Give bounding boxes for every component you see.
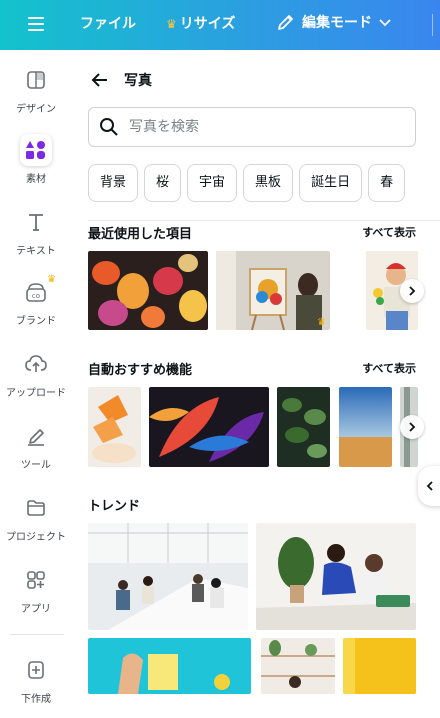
chip-space[interactable]: 宇宙 <box>187 164 238 202</box>
draw-icon <box>20 420 52 452</box>
elements-icon <box>20 134 52 166</box>
file-menu-button[interactable]: ファイル <box>80 13 136 33</box>
pencil-icon <box>278 15 293 30</box>
edit-mode-button[interactable]: 編集モード <box>276 12 392 32</box>
sidebar-item-label: アップロード <box>6 388 66 399</box>
apps-icon <box>20 564 52 596</box>
trend-photo-cyan-notes[interactable] <box>88 638 251 694</box>
chip-blackboard[interactable]: 黒板 <box>243 164 294 202</box>
search-input[interactable] <box>129 119 399 135</box>
sidebar-item-draw[interactable]: ツール <box>0 420 72 484</box>
svg-text:co: co <box>32 292 40 300</box>
sidebar-item-label: ブランド <box>16 316 56 327</box>
auto-photo-leaves[interactable] <box>149 387 269 467</box>
sidebar-item-label: デザイン <box>16 104 56 115</box>
recent-photo-painting[interactable]: ♛ <box>216 251 330 330</box>
sidebar-item-create[interactable]: 下作成 <box>0 654 72 718</box>
auto-see-all-link[interactable]: すべて表示 <box>362 360 416 376</box>
crown-icon: ♛ <box>317 317 326 328</box>
auto-scroll-right-button[interactable] <box>400 415 424 439</box>
trend-photo-office[interactable] <box>88 523 248 630</box>
auto-photo-plant[interactable] <box>277 387 330 467</box>
chip-spring[interactable]: 春 <box>368 164 406 202</box>
layout-icon <box>20 64 52 96</box>
text-icon <box>20 206 52 238</box>
trend-section-title: トレンド <box>88 499 141 514</box>
sidebar-item-projects[interactable]: プロジェクト <box>0 492 72 556</box>
sidebar-item-label: プロジェクト <box>6 532 66 543</box>
sidebar-item-elements[interactable]: 素材 <box>0 134 72 198</box>
sidebar-item-label: 下作成 <box>21 694 51 705</box>
sidebar-item-label: 素材 <box>26 174 46 185</box>
recent-section-title: 最近使用した項目 <box>88 227 193 242</box>
photos-panel: 写真 背景桜宇宙黒板誕生日春 最近使用した項目 すべて表示 ♛ <box>72 50 440 694</box>
crown-icon: ♛ <box>166 17 177 31</box>
auto-section-title: 自動おすすめ機能 <box>88 363 193 378</box>
sidebar-item-label: テキスト <box>16 246 56 257</box>
top-bar: ファイル ♛ リサイズ 編集モード <box>0 0 440 50</box>
sidebar-item-label: アプリ <box>21 604 51 615</box>
chevron-right-icon <box>409 422 416 432</box>
trend-photo-shelf[interactable] <box>261 638 335 694</box>
recent-photo-lanterns[interactable] <box>88 251 208 330</box>
chevron-left-icon <box>426 481 433 491</box>
trend-photo-couple-laptop[interactable] <box>256 523 416 630</box>
folder-icon <box>20 492 52 524</box>
topbar-divider <box>432 14 433 36</box>
create-icon <box>20 654 52 686</box>
upload-icon <box>20 348 52 380</box>
auto-photo-desert[interactable] <box>339 387 392 467</box>
sidebar-item-text[interactable]: テキスト <box>0 206 72 270</box>
sidebar-item-uploads[interactable]: アップロード <box>0 348 72 412</box>
sidebar-item-label: ツール <box>21 460 51 471</box>
trend-photo-yellow[interactable] <box>343 638 416 694</box>
panel-title: 写真 <box>124 73 152 89</box>
sidebar-item-brand[interactable]: co ♛ ブランド <box>0 274 72 340</box>
sidebar-item-apps[interactable]: アプリ <box>0 564 72 628</box>
sidebar-divider <box>10 634 64 635</box>
sidebar: デザイン 素材 テキスト co ♛ ブランド アップロード ツール プロジェクト… <box>0 50 72 705</box>
keyword-chips: 背景桜宇宙 黒板 誕生日春 <box>88 164 432 202</box>
auto-photo-paper-flowers[interactable] <box>88 387 141 467</box>
sidebar-item-design[interactable]: デザイン <box>0 64 72 128</box>
chip-sakura[interactable]: 桜 <box>144 164 182 202</box>
search-icon <box>100 118 118 136</box>
resize-label: リサイズ <box>179 16 236 32</box>
resize-button[interactable]: ♛ リサイズ <box>166 13 235 33</box>
chip-background[interactable]: 背景 <box>88 164 139 202</box>
back-arrow-icon[interactable] <box>90 70 110 90</box>
edit-mode-label: 編集モード <box>302 15 372 31</box>
recent-see-all-link[interactable]: すべて表示 <box>362 224 416 240</box>
section-divider <box>88 220 440 221</box>
hamburger-menu-icon[interactable] <box>22 13 50 37</box>
collapse-panel-button[interactable] <box>418 466 440 506</box>
chevron-down-icon <box>379 19 391 27</box>
recent-scroll-right-button[interactable] <box>400 279 424 303</box>
crown-icon: ♛ <box>47 274 56 285</box>
chip-birthday[interactable]: 誕生日 <box>299 164 363 202</box>
chevron-right-icon <box>409 286 416 296</box>
brand-icon: co ♛ <box>20 274 56 308</box>
search-field[interactable] <box>88 107 416 147</box>
